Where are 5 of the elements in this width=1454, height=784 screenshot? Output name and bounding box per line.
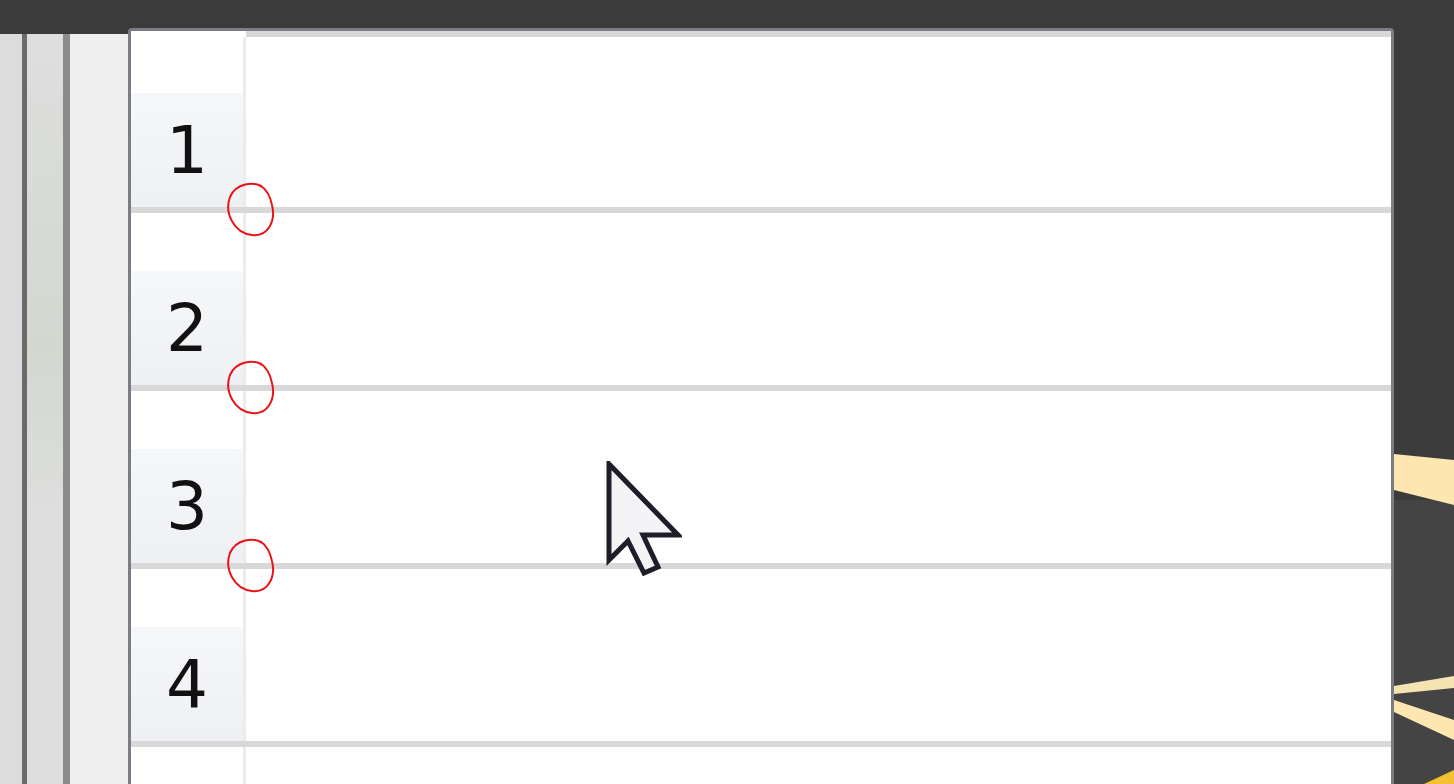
- row-number[interactable]: 4: [131, 627, 243, 741]
- row-number[interactable]: 2: [131, 271, 243, 385]
- row-number[interactable]: 3: [131, 449, 243, 563]
- row-number[interactable]: 1: [131, 93, 243, 207]
- cursor-icon: [606, 461, 682, 579]
